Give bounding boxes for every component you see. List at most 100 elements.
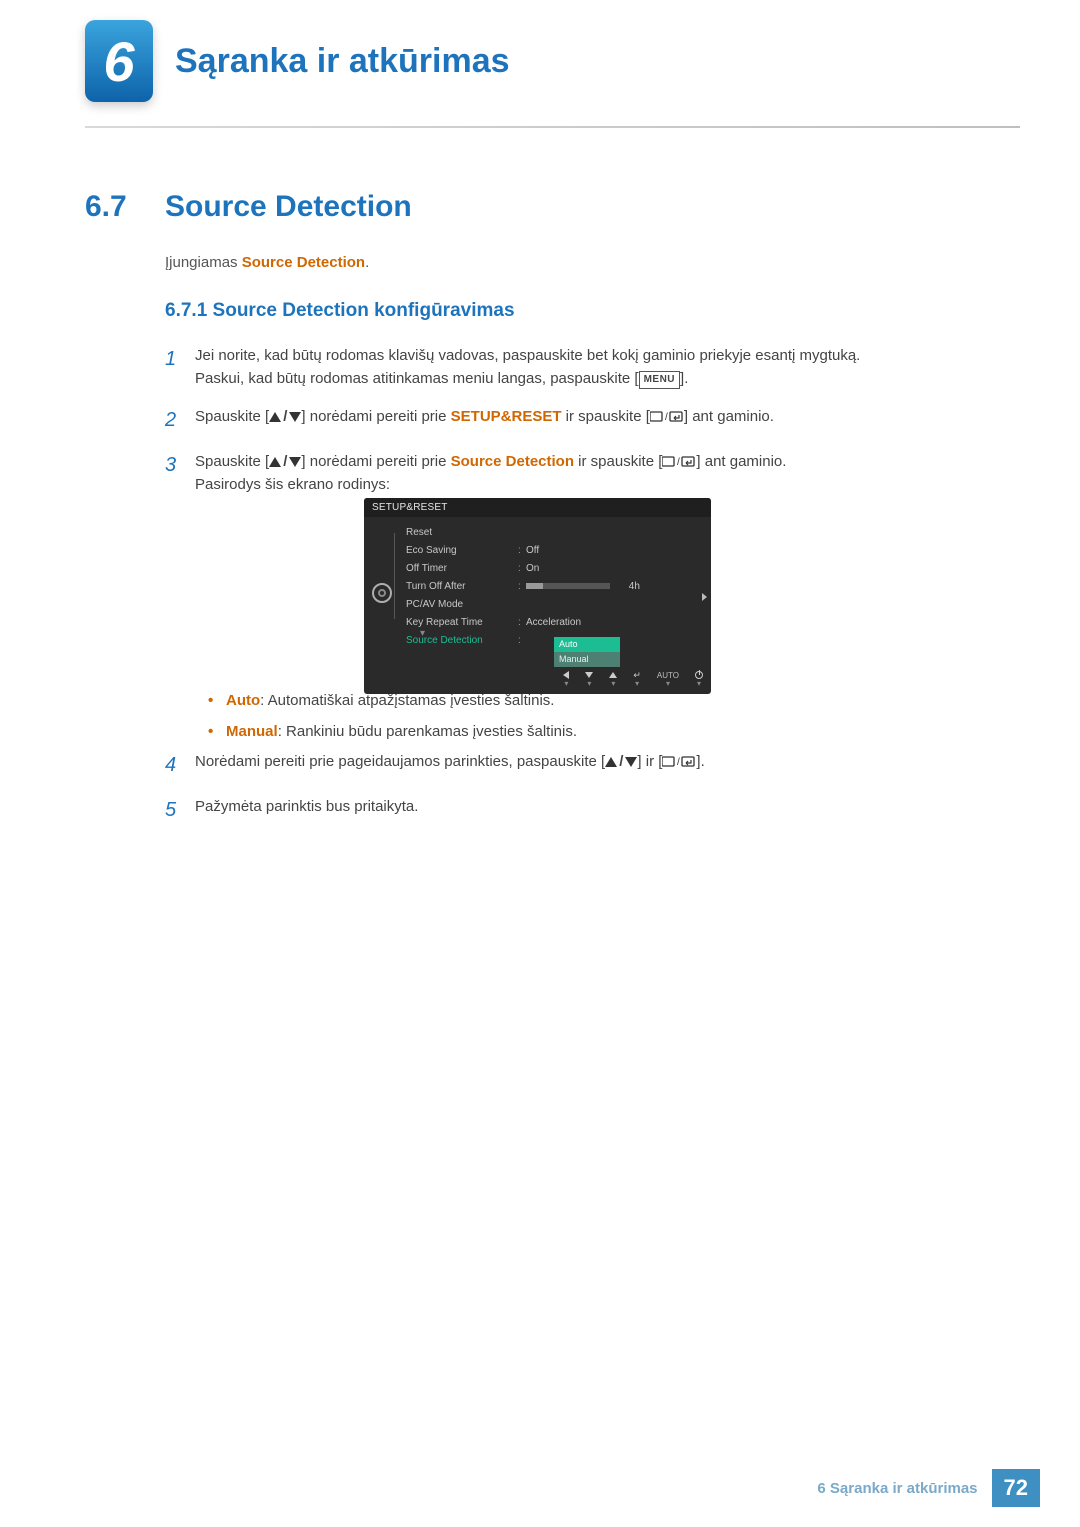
step-text: Pažymėta parinktis bus pritaikyta. [195, 795, 1010, 826]
chapter-title: Sąranka ir atkūrimas [175, 42, 510, 81]
chapter-badge: 6 [85, 20, 153, 102]
bullet-text: Auto: Automatiškai atpažįstamas įvesties… [226, 690, 554, 713]
osd-row-pcav: PC/AV Mode [370, 595, 705, 613]
step-1-line2-post: ]. [680, 370, 688, 387]
enter-icon: ↵ [633, 671, 641, 679]
osd-tree-line [394, 533, 395, 619]
osd-foot-auto: AUTO▾ [657, 671, 679, 688]
t: ] norėdami pereiti prie [301, 408, 450, 425]
power-icon [695, 671, 703, 679]
chevron-right-icon [702, 593, 707, 601]
bullet-auto: • Auto: Automatiškai atpažįstamas įvesti… [208, 690, 990, 713]
osd-foot-down: ▾ [585, 671, 593, 688]
t: Spauskite [ [195, 453, 269, 470]
page: 6 Sąranka ir atkūrimas 6.7 Source Detect… [0, 0, 1080, 1527]
chapter-header: 6 Sąranka ir atkūrimas [85, 20, 1040, 102]
colon: : [518, 545, 526, 556]
footer-text: 6 Sąranka ir atkūrimas [817, 1480, 977, 1497]
t: ] ant gaminio. [696, 453, 786, 470]
chapter-number: 6 [103, 29, 134, 94]
manual-text: : Rankiniu būdu parenkamas įvesties šalt… [278, 723, 577, 740]
osd-label: PC/AV Mode [406, 599, 518, 610]
triangle-up-icon [605, 757, 617, 767]
osd-value: Acceleration [526, 617, 705, 628]
step-4: 4 Norėdami pereiti prie pageidaujamos pa… [165, 750, 1010, 781]
triangle-down-icon [625, 757, 637, 767]
page-number: 72 [992, 1469, 1040, 1507]
section-number: 6.7 [85, 190, 165, 224]
auto-keyword: Auto [226, 692, 260, 709]
intro-prefix: Įjungiamas [165, 254, 242, 271]
t: ir spauskite [ [574, 453, 662, 470]
t: ] ir [ [637, 753, 662, 770]
triangle-left-icon [563, 671, 569, 679]
triangle-up-icon [269, 412, 281, 422]
step-text: Jei norite, kad būtų rodomas klavišų vad… [195, 344, 1010, 391]
triangle-down-icon [289, 412, 301, 422]
osd-row-timer: Off Timer : On [370, 559, 705, 577]
osd-foot-auto-label: AUTO [657, 671, 679, 679]
osd-panel: SETUP&RESET Reset Eco Saving : Off Off T… [364, 498, 711, 694]
osd-dropdown: Auto Manual [554, 637, 620, 667]
steps-top: 1 Jei norite, kad būtų rodomas klavišų v… [165, 344, 1010, 510]
t: ir spauskite [ [562, 408, 650, 425]
t: ] norėdami pereiti prie [301, 453, 450, 470]
osd-option-auto: Auto [554, 637, 620, 652]
menu-icon: MENU [639, 371, 680, 389]
osd-option-manual: Manual [554, 652, 620, 667]
osd-row-reset: Reset [370, 523, 705, 541]
step-2: 2 Spauskite [ / ] norėdami pereiti prie SE… [165, 405, 1010, 436]
step-3: 3 Spauskite [/] norėdami pereiti prie So… [165, 450, 1010, 497]
triangle-up-icon [269, 457, 281, 467]
osd-foot-up: ▾ [609, 671, 617, 688]
bullet-manual: • Manual: Rankiniu būdu parenkamas įvest… [208, 721, 990, 744]
section-intro: Įjungiamas Source Detection. [165, 254, 369, 271]
steps-bottom: 4 Norėdami pereiti prie pageidaujamos pa… [165, 750, 1010, 840]
step-number: 1 [165, 344, 195, 391]
step-number: 2 [165, 405, 195, 436]
rect-enter-icon: / [650, 411, 684, 423]
osd-label: Key Repeat Time [406, 617, 518, 628]
header-rule [85, 126, 1020, 128]
step-3-tail: Pasirodys šis ekrano rodinys: [195, 476, 390, 493]
bullet-text: Manual: Rankiniu būdu parenkamas įvestie… [226, 721, 577, 744]
osd-foot-back: ▾ [563, 671, 569, 688]
t: Spauskite [ [195, 408, 269, 425]
setup-reset-keyword: SETUP&RESET [451, 408, 562, 425]
step-1-line2-pre: Paskui, kad būtų rodomas atitinkamas men… [195, 370, 639, 387]
step-number: 5 [165, 795, 195, 826]
step-1: 1 Jei norite, kad būtų rodomas klavišų v… [165, 344, 1010, 391]
svg-text:/: / [677, 757, 680, 768]
step-text: Spauskite [ / ] norėdami pereiti prie SETU… [195, 405, 1010, 436]
section-header: 6.7 Source Detection [85, 190, 412, 224]
osd-title: SETUP&RESET [364, 498, 711, 517]
subsection-title: 6.7.1 Source Detection konfigūravimas [165, 300, 515, 322]
triangle-down-icon [289, 457, 301, 467]
chevron-down-icon: ▾ [420, 628, 425, 639]
slider-icon [526, 583, 610, 589]
step-text: Spauskite [/] norėdami pereiti prie Sour… [195, 450, 1010, 497]
osd-label: Eco Saving [406, 545, 518, 556]
t: ] ant gaminio. [684, 408, 774, 425]
slash: / [617, 750, 625, 773]
svg-text:/: / [665, 412, 668, 423]
osd-value: 4h [526, 581, 705, 592]
step-1-line1: Jei norite, kad būtų rodomas klavišų vad… [195, 347, 860, 364]
rect-enter-icon: / [662, 456, 696, 468]
section-title: Source Detection [165, 190, 412, 224]
t: ]. [696, 753, 704, 770]
intro-keyword: Source Detection [242, 254, 365, 271]
slash: / [281, 405, 289, 428]
page-footer: 6 Sąranka ir atkūrimas 72 [817, 1469, 1040, 1507]
colon: : [518, 635, 526, 646]
intro-suffix: . [365, 254, 369, 271]
step-5: 5 Pažymėta parinktis bus pritaikyta. [165, 795, 1010, 826]
colon: : [518, 563, 526, 574]
step-number: 4 [165, 750, 195, 781]
gear-icon [372, 583, 392, 603]
manual-keyword: Manual [226, 723, 278, 740]
rect-enter-icon: / [662, 756, 696, 768]
bullet-icon: • [208, 721, 226, 744]
osd-foot-power: ▾ [695, 671, 703, 688]
auto-text: : Automatiškai atpažįstamas įvesties šal… [260, 692, 554, 709]
